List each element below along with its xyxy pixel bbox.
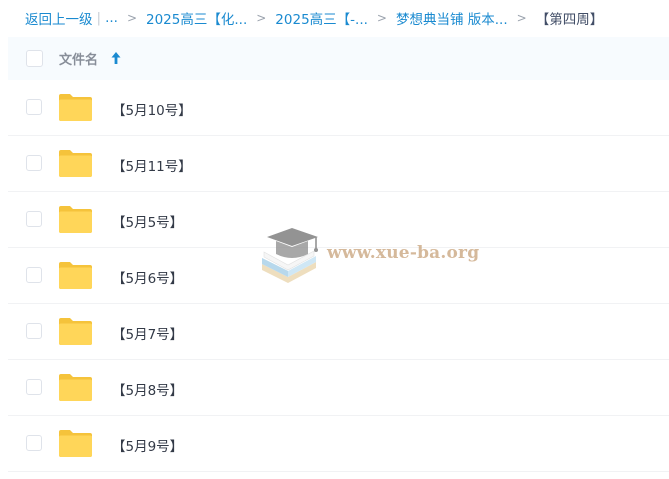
breadcrumb-separator: > xyxy=(256,11,267,25)
folder-icon xyxy=(59,318,92,345)
breadcrumb-separator: > xyxy=(126,11,137,25)
select-all-checkbox[interactable] xyxy=(26,50,43,67)
folder-icon xyxy=(59,262,92,289)
file-name[interactable]: 【5月9号】 xyxy=(112,435,183,455)
file-row[interactable]: 【5月8号】 xyxy=(8,360,669,416)
row-checkbox[interactable] xyxy=(26,99,42,115)
file-browser: 返回上一级 | ... > 2025高三【化... > 2025高三【-... … xyxy=(0,0,669,479)
row-checkbox[interactable] xyxy=(26,155,42,171)
graduation-cap-logo-icon xyxy=(262,228,318,283)
file-row[interactable]: 【5月7号】 xyxy=(8,304,669,360)
watermark-text: www.xue-ba.org xyxy=(327,243,480,263)
file-name[interactable]: 【5月10号】 xyxy=(112,99,192,119)
file-name[interactable]: 【5月5号】 xyxy=(112,211,183,231)
arrow-up-icon[interactable] xyxy=(111,50,121,66)
breadcrumb-ellipsis[interactable]: ... xyxy=(105,10,118,26)
file-row[interactable]: 【5月10号】 xyxy=(8,80,669,136)
folder-icon xyxy=(59,374,92,401)
file-name[interactable]: 【5月8号】 xyxy=(112,379,183,399)
file-name[interactable]: 【5月6号】 xyxy=(112,267,183,287)
watermark: www.xue-ba.org xyxy=(258,222,488,286)
breadcrumb-item-3[interactable]: 梦想典当铺 版本... xyxy=(396,8,508,28)
file-name[interactable]: 【5月7号】 xyxy=(112,323,183,343)
breadcrumb-separator: > xyxy=(516,11,527,25)
row-checkbox[interactable] xyxy=(26,267,42,283)
back-link[interactable]: 返回上一级 xyxy=(25,8,93,28)
folder-icon xyxy=(59,430,92,457)
breadcrumb-separator: > xyxy=(376,11,387,25)
file-name[interactable]: 【5月11号】 xyxy=(112,155,192,175)
breadcrumb-current: 【第四周】 xyxy=(535,12,604,28)
breadcrumb-item-1[interactable]: 2025高三【化... xyxy=(146,8,247,28)
row-checkbox[interactable] xyxy=(26,211,42,227)
folder-icon xyxy=(59,94,92,121)
column-header-filename[interactable]: 文件名 xyxy=(59,49,98,68)
breadcrumb-divider: | xyxy=(96,10,102,26)
file-row[interactable]: 【5月9号】 xyxy=(8,416,669,472)
row-checkbox[interactable] xyxy=(26,435,42,451)
breadcrumb: 返回上一级 | ... > 2025高三【化... > 2025高三【-... … xyxy=(0,0,669,36)
file-row[interactable]: 【5月11号】 xyxy=(8,136,669,192)
list-header: 文件名 xyxy=(8,37,669,80)
folder-icon xyxy=(59,150,92,177)
folder-icon xyxy=(59,206,92,233)
row-checkbox[interactable] xyxy=(26,323,42,339)
row-checkbox[interactable] xyxy=(26,379,42,395)
breadcrumb-item-2[interactable]: 2025高三【-... xyxy=(275,8,368,28)
